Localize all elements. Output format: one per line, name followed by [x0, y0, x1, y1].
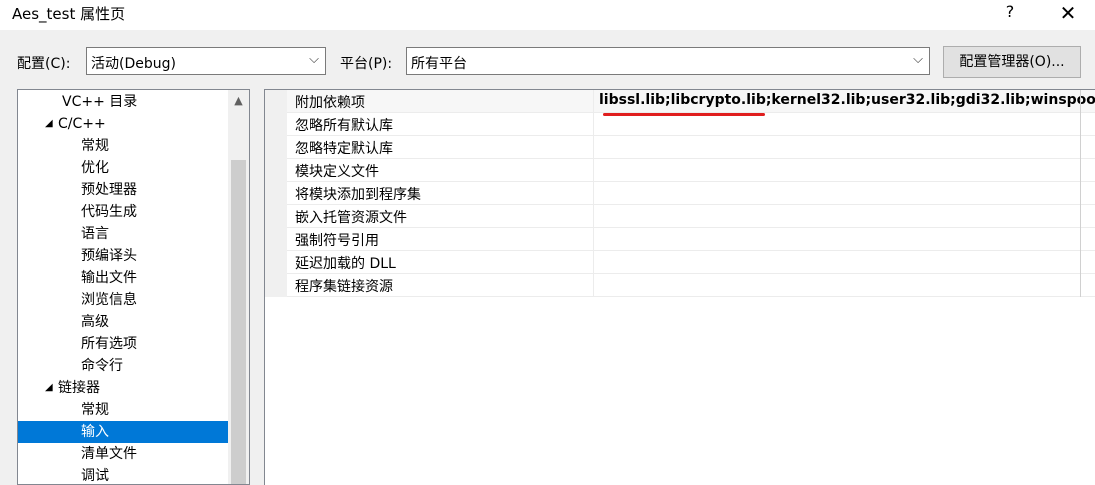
property-tree: 调试 清单文件 输入 常规 ◢ 链接器 命令行 所有选项 高级 浏览信息 输出文件 预编译头 语言 代码生…: [17, 89, 250, 485]
expand-triangle-icon[interactable]: ◢: [45, 113, 53, 135]
tree-item[interactable]: 预编译头: [18, 245, 228, 267]
tree-item[interactable]: 常规: [18, 399, 228, 421]
property-name: 程序集链接资源: [295, 279, 393, 295]
property-name: 延迟加载的 DLL: [295, 256, 396, 272]
grid-column-separator: [593, 90, 594, 297]
scroll-up-icon[interactable]: ▲: [228, 90, 249, 112]
tree-item-label: 优化: [81, 160, 109, 176]
property-row[interactable]: 将模块添加到程序集: [287, 182, 1095, 205]
red-underline-annotation: [603, 113, 765, 116]
tree-item-label: C/C++: [58, 116, 106, 132]
tree-item[interactable]: 输入: [18, 421, 228, 443]
tree-item[interactable]: 优化: [18, 157, 228, 179]
tree-item[interactable]: 代码生成: [18, 201, 228, 223]
expand-triangle-icon[interactable]: ◢: [45, 377, 53, 399]
tree-item[interactable]: 调试: [18, 465, 228, 484]
tree-item-label: 所有选项: [81, 336, 137, 352]
tree-item[interactable]: 清单文件: [18, 443, 228, 465]
chevron-down-icon: ⌵: [913, 52, 923, 67]
config-select-value: 活动(Debug): [91, 56, 176, 72]
title-bar: Aes_test 属性页 ? ✕: [0, 0, 1095, 30]
property-row[interactable]: 强制符号引用: [287, 228, 1095, 251]
config-label: 配置(C):: [17, 56, 71, 72]
property-name: 附加依赖项: [295, 95, 365, 111]
tree-item-label: 语言: [81, 226, 109, 242]
property-row[interactable]: 忽略特定默认库: [287, 136, 1095, 159]
tree-item-label: 链接器: [58, 380, 100, 396]
property-row[interactable]: 忽略所有默认库: [287, 113, 1095, 136]
property-row[interactable]: 模块定义文件: [287, 159, 1095, 182]
property-name: 忽略特定默认库: [295, 141, 393, 157]
config-select[interactable]: 活动(Debug) ⌵: [86, 47, 326, 75]
tree-item-label: 预处理器: [81, 182, 137, 198]
grid-gutter: [265, 90, 287, 297]
property-name: 将模块添加到程序集: [295, 187, 421, 203]
tree-item-label: VC++ 目录: [62, 94, 138, 110]
tree-item[interactable]: 命令行: [18, 355, 228, 377]
property-value[interactable]: libssl.lib;libcrypto.lib;kernel32.lib;us…: [599, 92, 1095, 108]
help-button[interactable]: ?: [995, 2, 1025, 26]
property-name: 忽略所有默认库: [295, 118, 393, 134]
property-row[interactable]: 附加依赖项 libssl.lib;libcrypto.lib;kernel32.l…: [287, 90, 1095, 113]
tree-item[interactable]: 常规: [18, 135, 228, 157]
tree-item[interactable]: 预处理器: [18, 179, 228, 201]
tree-item[interactable]: 高级: [18, 311, 228, 333]
chevron-down-icon: ⌵: [309, 52, 319, 67]
tree-item[interactable]: 所有选项: [18, 333, 228, 355]
tree-item-label: 调试: [81, 468, 109, 484]
tree-item[interactable]: VC++ 目录: [18, 91, 228, 113]
scroll-thumb[interactable]: [231, 160, 246, 484]
tree-item-label: 预编译头: [81, 248, 137, 264]
tree-item-label: 高级: [81, 314, 109, 330]
tree-item-label: 浏览信息: [81, 292, 137, 308]
property-grid: 附加依赖项 libssl.lib;libcrypto.lib;kernel32.l…: [264, 89, 1095, 485]
tree-item-label: 常规: [81, 138, 109, 154]
tree-item-label: 输出文件: [81, 270, 137, 286]
tree-item-label: 输入: [81, 424, 109, 440]
tree-item-label: 常规: [81, 402, 109, 418]
platform-select[interactable]: 所有平台 ⌵: [406, 47, 930, 75]
platform-select-value: 所有平台: [411, 56, 467, 72]
tree-item[interactable]: ◢ C/C++: [18, 113, 228, 135]
tree-item[interactable]: ◢ 链接器: [18, 377, 228, 399]
property-name: 强制符号引用: [295, 233, 379, 249]
property-name: 模块定义文件: [295, 164, 379, 180]
property-row[interactable]: 嵌入托管资源文件: [287, 205, 1095, 228]
close-button[interactable]: ✕: [1053, 1, 1083, 27]
window-title: Aes_test 属性页: [12, 5, 126, 23]
property-row[interactable]: 延迟加载的 DLL: [287, 251, 1095, 274]
tree-item[interactable]: 语言: [18, 223, 228, 245]
tree-item-label: 清单文件: [81, 446, 137, 462]
property-name: 嵌入托管资源文件: [295, 210, 407, 226]
tree-scrollbar[interactable]: ▲: [228, 90, 249, 484]
tree-item[interactable]: 输出文件: [18, 267, 228, 289]
tree-item[interactable]: 浏览信息: [18, 289, 228, 311]
tree-item-label: 代码生成: [81, 204, 137, 220]
platform-label: 平台(P):: [340, 56, 393, 72]
grid-right-edge: [1080, 90, 1081, 297]
tree-item-label: 命令行: [81, 358, 123, 374]
config-manager-button[interactable]: 配置管理器(O)...: [943, 46, 1081, 78]
property-row[interactable]: 程序集链接资源: [287, 274, 1095, 297]
